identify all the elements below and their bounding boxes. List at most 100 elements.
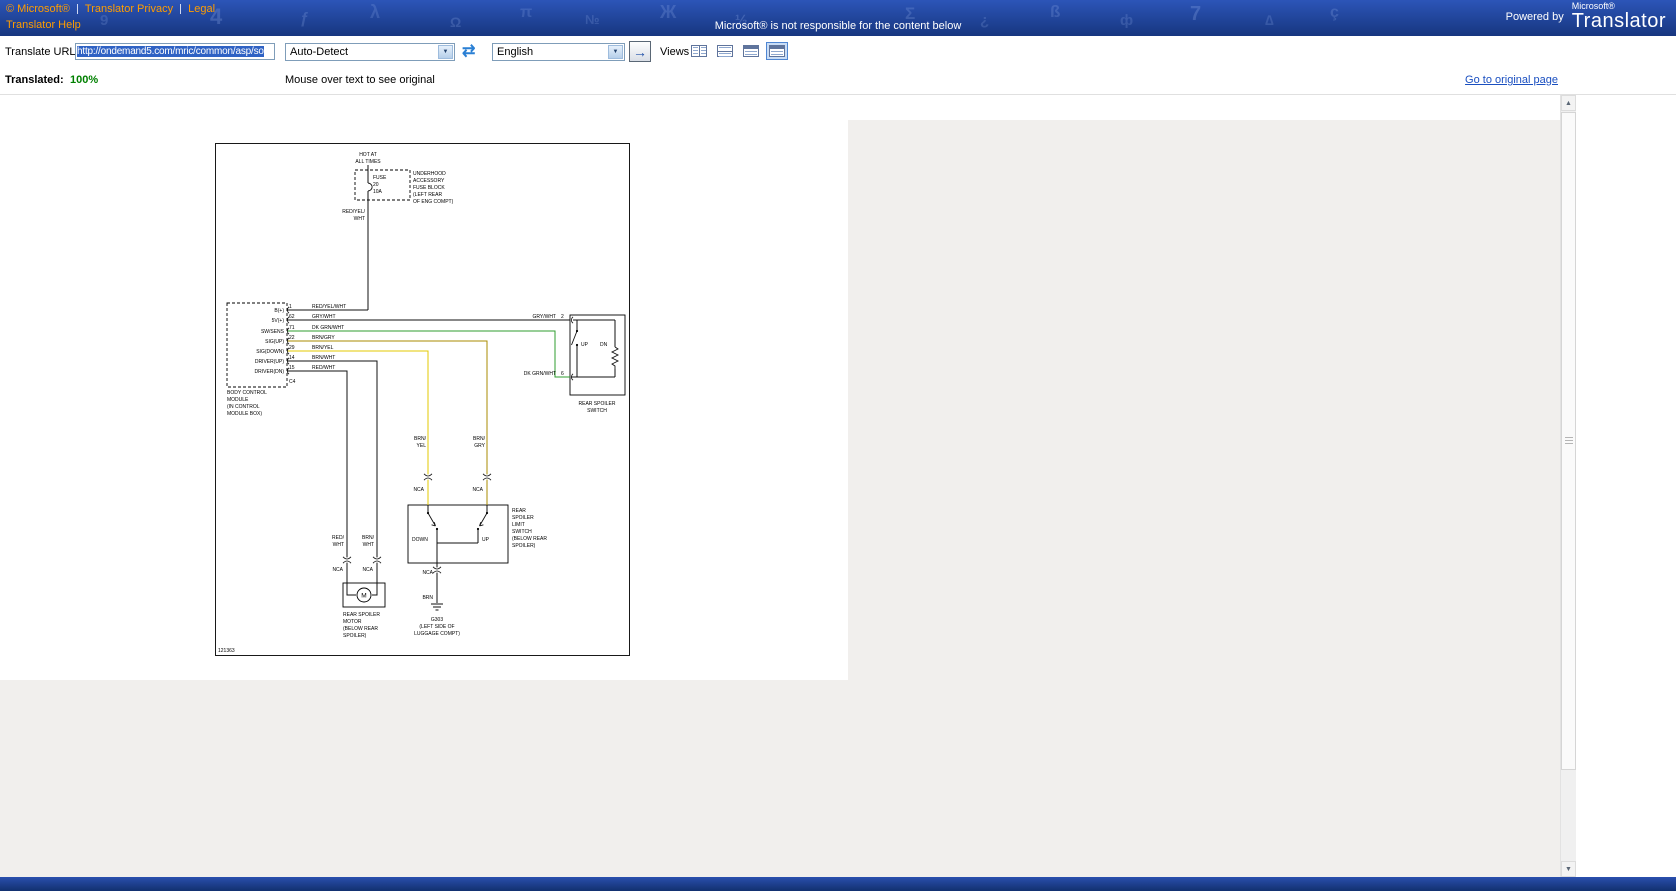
svg-text:121363: 121363 [218,648,235,654]
swap-languages-icon[interactable]: ⇄ [462,41,475,61]
scroll-thumb-grip-icon [1565,437,1573,445]
translated-page-content: HOT ATALL TIMESFUSE2010AUNDERHOODACCESSO… [0,95,1560,877]
translated-label: Translated: [5,74,64,86]
svg-text:OF ENG COMPT): OF ENG COMPT) [413,199,454,205]
page-background-right [848,120,1560,680]
svg-text:RED/: RED/ [332,535,345,541]
svg-text:WHT: WHT [363,542,374,548]
view-original-hover-button[interactable] [740,42,762,60]
svg-text:REAR SPOILER: REAR SPOILER [343,612,380,618]
svg-text:BRN: BRN [422,595,433,601]
svg-text:BRN/YEL: BRN/YEL [312,345,334,351]
svg-text:(IN CONTROL: (IN CONTROL [227,404,260,410]
scroll-up-icon: ▲ [1565,100,1572,107]
svg-text:SWITCH: SWITCH [587,408,607,414]
svg-text:NCA: NCA [472,487,483,493]
translator-privacy-link[interactable]: Translator Privacy [85,3,173,15]
disclaimer-text: Microsoft® is not responsible for the co… [0,20,1676,32]
views-label: Views [660,46,689,58]
svg-text:SIG(DOWN): SIG(DOWN) [256,349,284,355]
svg-text:BRN/GRY: BRN/GRY [312,335,335,341]
chevron-down-icon[interactable]: ▼ [438,45,453,59]
svg-text:DRIVER(UP): DRIVER(UP) [255,359,285,365]
go-arrow-icon: → [633,44,647,60]
svg-text:UNDERHOOD: UNDERHOOD [413,171,446,177]
go-to-original-link[interactable]: Go to original page [1465,74,1558,86]
chevron-down-icon[interactable]: ▼ [608,45,623,59]
svg-text:15: 15 [289,365,295,371]
scroll-down-icon: ▼ [1565,866,1572,873]
svg-text:C4: C4 [289,379,296,385]
translator-banner: 94ƒλΩπ№Ж½Σ¿ßф7∆ç © Microsoft®Translator … [0,0,1676,36]
top-bottom-icon [717,45,733,57]
scroll-down-button[interactable]: ▼ [1561,861,1576,877]
svg-text:HOT AT: HOT AT [359,152,377,158]
svg-text:ACCESSORY: ACCESSORY [413,178,445,184]
powered-by-label: Powered by [1506,11,1564,23]
url-input-value: http://ondemand5.com/mric/common/asp/so [77,46,264,57]
svg-text:NCA: NCA [362,567,373,573]
svg-text:NCA: NCA [422,570,433,576]
svg-text:DK GRN/WHT: DK GRN/WHT [312,325,344,331]
view-translation-hover-button[interactable] [766,42,788,60]
vertical-scrollbar[interactable]: ▲ ▼ [1560,95,1576,877]
svg-text:FUSE BLOCK: FUSE BLOCK [413,185,445,191]
divider [180,4,181,14]
svg-text:GRY/WHT: GRY/WHT [532,314,556,320]
to-language-select[interactable]: English ▼ [492,43,625,61]
svg-text:(BELOW REAR: (BELOW REAR [343,626,378,632]
side-by-side-icon [691,45,707,57]
svg-text:BRN/: BRN/ [473,436,486,442]
svg-text:WHT: WHT [354,216,365,222]
svg-text:71: 71 [289,325,295,331]
svg-text:SPOILER): SPOILER) [343,633,367,639]
bottom-bar [0,877,1676,891]
svg-text:(LEFT SIDE OF: (LEFT SIDE OF [419,624,454,630]
microsoft-link[interactable]: © Microsoft® [6,3,70,15]
svg-text:2: 2 [561,314,564,320]
svg-text:YEL: YEL [417,443,427,449]
svg-text:M: M [361,593,366,600]
svg-text:GRY/WHT: GRY/WHT [312,314,336,320]
svg-text:SW/SENS: SW/SENS [261,329,285,335]
svg-text:DN: DN [600,342,608,348]
translated-percent: 100% [70,74,98,86]
page-background-bottom [0,680,1560,877]
translate-toolbar: Translate URL http://ondemand5.com/mric/… [0,36,1676,66]
legal-link[interactable]: Legal [188,3,215,15]
svg-text:FUSE: FUSE [373,175,387,181]
svg-text:G303: G303 [431,617,443,623]
banner-glyph: ß [1050,2,1060,22]
svg-text:LUGGAGE COMPT): LUGGAGE COMPT) [414,631,460,637]
wiring-diagram: HOT ATALL TIMESFUSE2010AUNDERHOODACCESSO… [215,143,631,657]
svg-text:BRN/WHT: BRN/WHT [312,355,335,361]
svg-text:SIG(UP): SIG(UP) [265,339,284,345]
svg-text:SPOILER: SPOILER [512,515,534,521]
scroll-thumb[interactable] [1561,112,1576,770]
svg-text:GRY: GRY [474,443,485,449]
svg-text:5V(+): 5V(+) [272,318,285,324]
logo-translator-text: Translator [1572,11,1666,32]
svg-text:WHT: WHT [333,542,344,548]
hover-hint-text: Mouse over text to see original [285,74,435,86]
translation-statusbar: Translated: 100% Mouse over text to see … [0,66,1676,95]
svg-text:DK GRN/WHT: DK GRN/WHT [524,371,556,377]
view-top-bottom-button[interactable] [714,42,736,60]
url-input[interactable]: http://ondemand5.com/mric/common/asp/so [75,43,275,60]
translator-help-link[interactable]: Translator Help [6,19,81,31]
svg-text:UP: UP [581,342,589,348]
view-side-by-side-button[interactable] [688,42,710,60]
translate-go-button[interactable]: → [629,41,651,62]
from-language-value: Auto-Detect [290,46,348,58]
svg-text:BRN/: BRN/ [414,436,427,442]
svg-text:20: 20 [373,182,379,188]
svg-text:LIMIT: LIMIT [512,522,525,528]
scroll-up-button[interactable]: ▲ [1561,95,1576,111]
svg-text:UP: UP [482,537,490,543]
svg-text:NCA: NCA [413,487,424,493]
from-language-select[interactable]: Auto-Detect ▼ [285,43,455,61]
translation-hover-icon [769,45,785,57]
svg-text:1: 1 [289,304,292,310]
banner-links: © Microsoft® Translator Privacy Legal [6,3,215,15]
svg-text:NCA: NCA [332,567,343,573]
